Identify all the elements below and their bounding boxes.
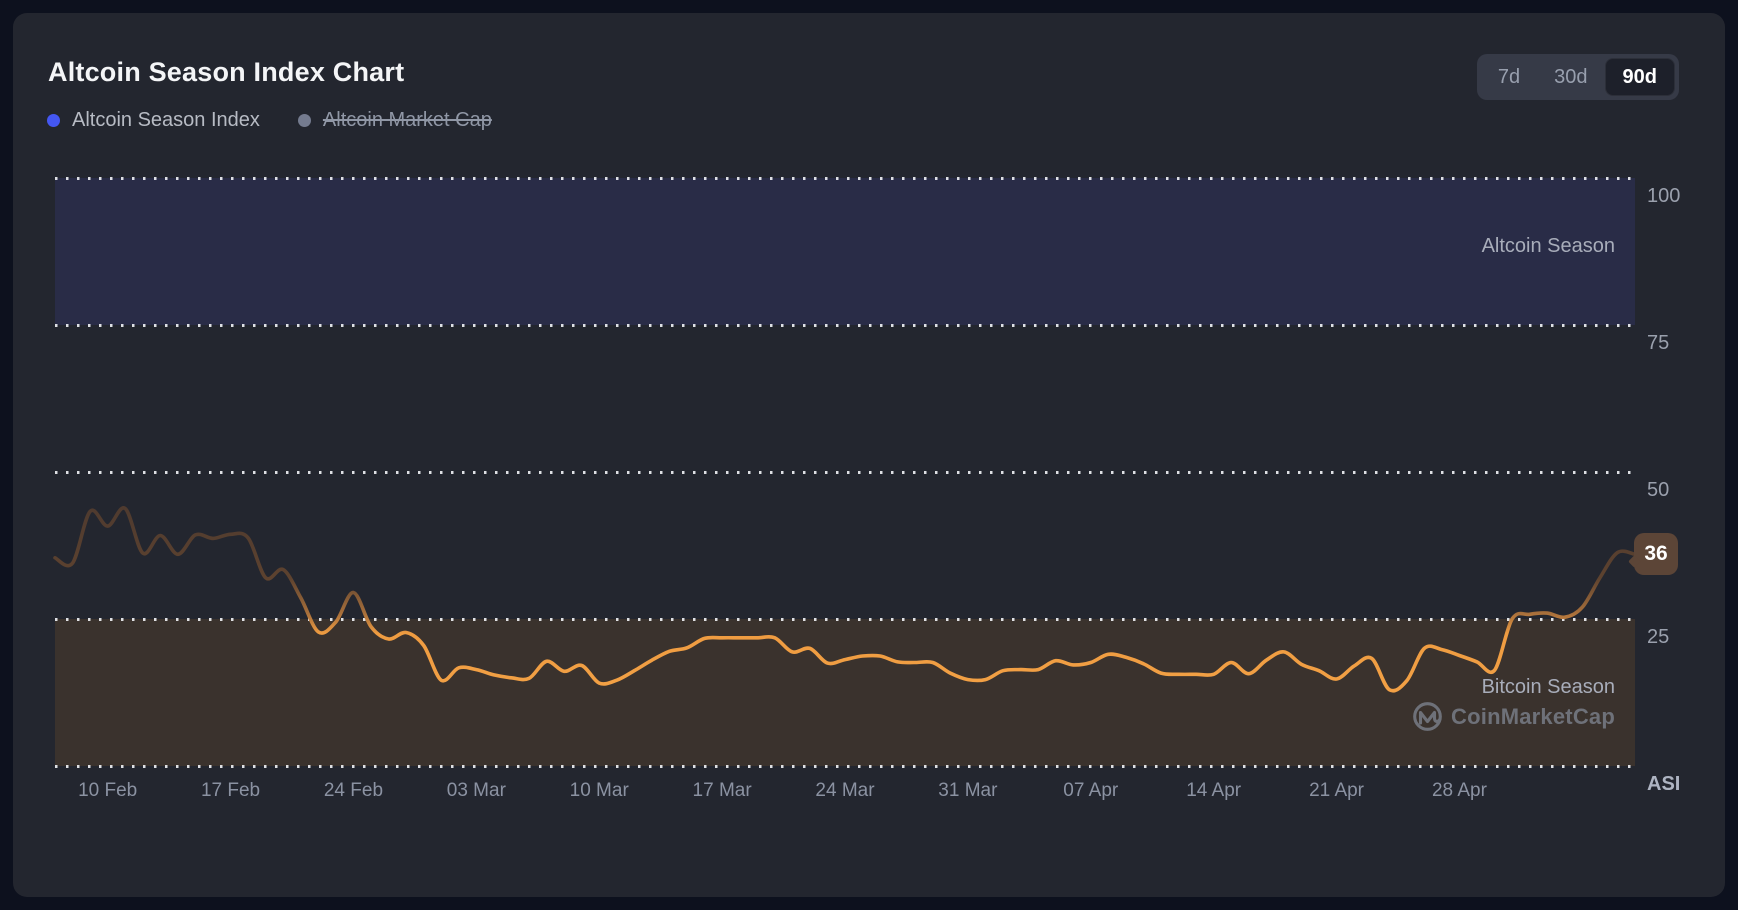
x-axis: 10 Feb 17 Feb 24 Feb 03 Mar 10 Mar 17 Mar 24 M…	[55, 780, 1635, 806]
page-title: Altcoin Season Index Chart	[48, 57, 405, 87]
y-tick-75: 75	[1647, 332, 1670, 354]
legend-item-altcoin-season-index[interactable]: Altcoin Season Index	[47, 109, 260, 132]
range-button-7d[interactable]: 7d	[1481, 58, 1537, 96]
legend-dot-gray-icon	[297, 114, 311, 127]
x-tick-17-mar: 17 Mar	[692, 780, 752, 801]
y-axis: 100 75 50 25 ASI	[1647, 178, 1719, 795]
altcoin-season-index-line	[53, 506, 1637, 693]
x-tick-21-apr: 21 Apr	[1309, 780, 1365, 801]
x-tick-10-mar: 10 Mar	[569, 780, 629, 801]
x-tick-31-mar: 31 Mar	[938, 780, 998, 801]
y-tick-asi: ASI	[1647, 773, 1681, 795]
legend-label-altcoin-season-index: Altcoin Season Index	[72, 109, 260, 131]
legend-item-altcoin-market-cap[interactable]: Altcoin Market Cap	[297, 109, 492, 132]
chart-legend: Altcoin Season Index Altcoin Market Cap	[47, 109, 492, 132]
x-tick-07-apr: 07 Apr	[1063, 780, 1119, 801]
time-range-switcher: 7d 30d 90d	[1476, 54, 1679, 100]
chart-plot-area[interactable]: Altcoin Season Bitcoin Season CoinMarket…	[53, 176, 1637, 768]
y-tick-50: 50	[1647, 479, 1670, 501]
x-tick-17-feb: 17 Feb	[200, 780, 261, 801]
x-tick-03-mar: 03 Mar	[446, 780, 506, 801]
x-tick-24-mar: 24 Mar	[815, 780, 875, 801]
x-tick-14-apr: 14 Apr	[1186, 780, 1242, 801]
range-button-30d[interactable]: 30d	[1537, 58, 1604, 96]
y-tick-100: 100	[1647, 185, 1681, 207]
range-button-90d[interactable]: 90d	[1604, 58, 1675, 96]
x-tick-24-feb: 24 Feb	[323, 780, 384, 801]
legend-label-altcoin-market-cap: Altcoin Market Cap	[322, 109, 492, 131]
x-tick-10-feb: 10 Feb	[78, 780, 138, 801]
altcoin-season-index-card: Altcoin Season Index Chart Altcoin Seaso…	[13, 13, 1725, 897]
x-tick-28-apr: 28 Apr	[1431, 780, 1487, 801]
index-line-chart	[53, 506, 1637, 693]
current-value-badge: 36	[1634, 533, 1678, 575]
y-tick-25: 25	[1647, 626, 1670, 648]
legend-dot-blue-icon	[47, 114, 60, 127]
